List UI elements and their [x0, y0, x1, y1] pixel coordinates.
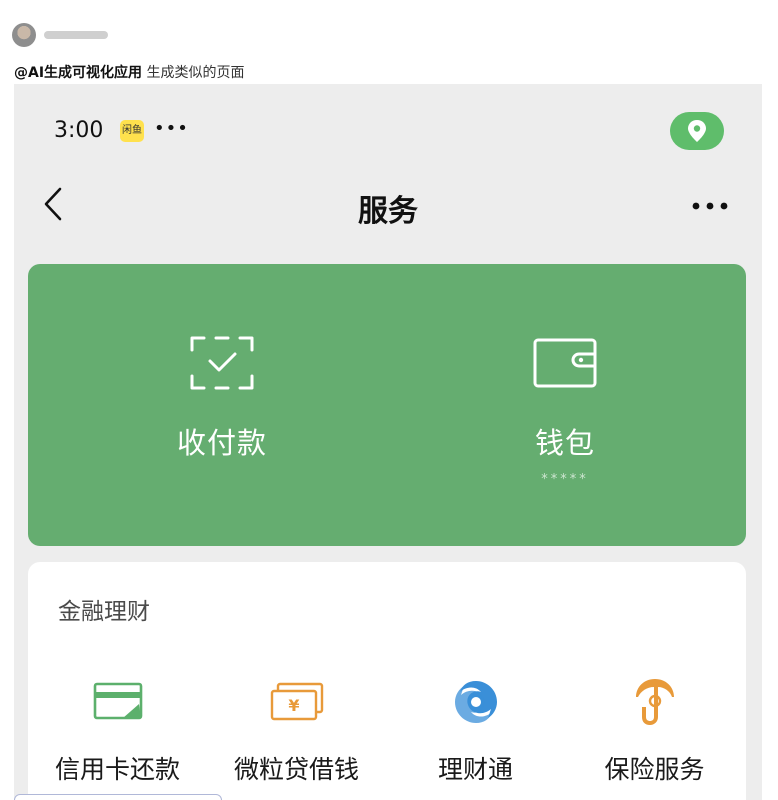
wallet-button[interactable]: 钱包 *****: [465, 334, 665, 487]
section-title: 金融理财: [58, 599, 150, 625]
status-time: 3:00: [54, 118, 104, 143]
phone-screen: 3:00 闲鱼 ••• 服务 收付款 钱包 ***** 金融理财 信用卡还款 ¥…: [14, 84, 762, 800]
finance-section: 金融理财 信用卡还款 ¥ 微粒贷借钱 理财通 保险服务: [28, 562, 746, 800]
wealth-item[interactable]: 理财通: [386, 678, 565, 786]
scan-check-icon: [190, 336, 254, 390]
fin-item-label: 保险服务: [604, 755, 705, 784]
fin-item-label: 信用卡还款: [54, 755, 180, 784]
bottom-tab-edge: [14, 794, 222, 800]
app-badge-icon: 闲鱼: [120, 120, 144, 142]
wallet-icon: [533, 338, 597, 388]
mention-link[interactable]: @AI生成可视化应用: [14, 65, 142, 81]
more-dots-icon: [692, 202, 728, 210]
wallet-balance-hidden: *****: [541, 472, 589, 487]
username-blurred[interactable]: [44, 31, 108, 39]
wealth-icon: [454, 681, 497, 723]
location-pin-icon: [688, 120, 706, 142]
loan-icon: ¥: [270, 682, 323, 721]
collect-pay-button[interactable]: 收付款: [122, 334, 322, 462]
post-header: [12, 22, 108, 48]
more-button[interactable]: [688, 188, 732, 224]
wallet-label: 钱包: [534, 426, 595, 460]
caption-text: 生成类似的页面: [142, 65, 245, 81]
page-title: 服务: [358, 194, 418, 229]
insurance-icon: [635, 679, 674, 725]
svg-text:¥: ¥: [288, 696, 299, 715]
avatar[interactable]: [12, 23, 36, 47]
post-caption: @AI生成可视化应用 生成类似的页面: [14, 62, 245, 82]
fin-item-label: 微粒贷借钱: [233, 755, 359, 784]
location-indicator[interactable]: [670, 112, 724, 150]
insurance-item[interactable]: 保险服务: [565, 678, 744, 786]
credit-card-icon: [93, 682, 142, 720]
status-dots: •••: [154, 118, 189, 139]
collect-pay-label: 收付款: [176, 426, 267, 460]
loan-item[interactable]: ¥ 微粒贷借钱: [207, 678, 386, 786]
payment-card: 收付款 钱包 *****: [28, 264, 746, 546]
credit-card-repay-item[interactable]: 信用卡还款: [28, 678, 207, 786]
fin-item-label: 理财通: [437, 755, 513, 784]
